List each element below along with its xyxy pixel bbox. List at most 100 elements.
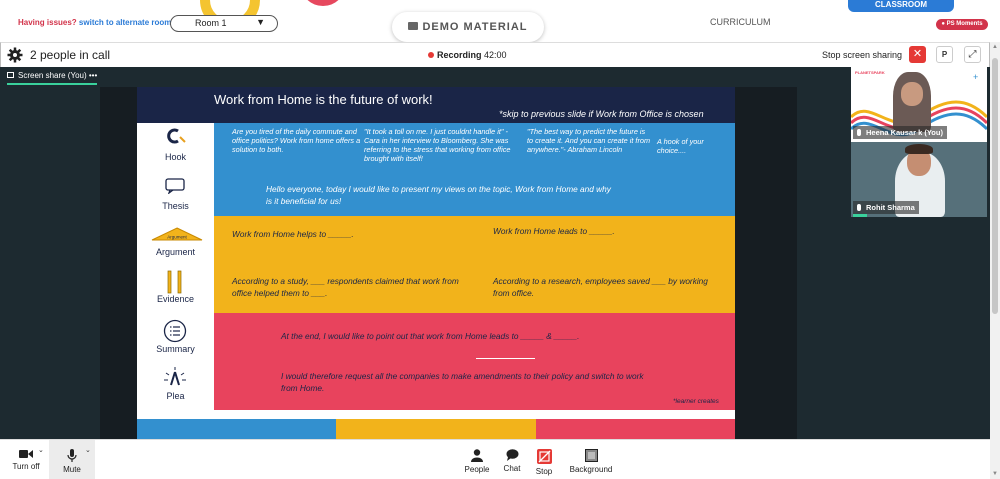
argument-left: Work from Home helps to _____. [232, 229, 354, 239]
slide-title: Work from Home is the future of work! [214, 92, 433, 107]
next-slide-preview [137, 419, 735, 439]
hook-option-3: "The best way to predict the future is t… [527, 127, 651, 154]
people-label: People [464, 465, 490, 474]
people-button[interactable]: People [461, 440, 493, 479]
mute-label: Mute [63, 465, 81, 474]
participant-tile[interactable]: PLANETSPARK + Heena Kausar k (You) [851, 67, 987, 142]
fullscreen-button[interactable]: ⤢ [964, 46, 981, 63]
scroll-down-icon[interactable]: ▼ [992, 471, 998, 477]
page-scrollbar[interactable]: ▲ ▼ [990, 42, 1000, 479]
camera-options-caret[interactable]: ⌄ [38, 446, 44, 454]
label-hook: Hook [164, 152, 186, 162]
presentation-slide: Work from Home is the future of work! *s… [137, 87, 735, 439]
more-options-icon[interactable]: ••• [89, 71, 97, 80]
recording-time: 42:00 [484, 50, 507, 60]
label-plea: Plea [166, 391, 185, 401]
folder-icon [408, 22, 419, 30]
screen-share-stage: Screen share (You) ••• Work from Home is… [0, 67, 990, 439]
classroom-tab[interactable]: CLASSROOM [848, 0, 954, 12]
participant-name-badge: Heena Kausar k (You) [853, 126, 947, 139]
preview-red-block [536, 419, 735, 439]
label-thesis: Thesis [162, 201, 189, 211]
people-in-call-count: 2 people in call [30, 48, 111, 62]
stop-label: Stop [535, 467, 553, 476]
slide-note: *skip to previous slide if Work from Off… [499, 109, 704, 119]
demo-material-button[interactable]: DEMO MATERIAL [392, 12, 544, 42]
ps-moments-label: PS Moments [946, 21, 983, 27]
stop-sharing-toolbar-button[interactable]: Stop [530, 440, 558, 479]
participant-hair [905, 144, 933, 154]
scroll-up-icon[interactable]: ▲ [992, 44, 998, 50]
preview-blue-block [137, 419, 336, 439]
participant-name-badge: Rohit Sharma [853, 201, 919, 214]
summary-blank-line [476, 358, 535, 359]
ps-moments-button[interactable]: ● PS Moments [936, 19, 988, 30]
chat-button[interactable]: Chat [498, 440, 526, 479]
evidence-icon [167, 270, 182, 294]
recording-indicator: Recording 42:00 [428, 50, 507, 60]
label-evidence: Evidence [156, 294, 195, 304]
stop-sharing-button[interactable]: ✕ [909, 46, 926, 63]
hook-option-4: A hook of your choice.... [657, 137, 704, 155]
scrollbar-thumb[interactable] [992, 58, 998, 314]
evidence-right: According to a research, employees saved… [493, 276, 708, 298]
participant-tile[interactable]: Rohit Sharma [851, 142, 987, 217]
recording-label: Recording [437, 50, 482, 60]
mic-icon [857, 204, 861, 211]
hook-option-1: Are you tired of the daily commute and o… [232, 127, 361, 154]
chat-label: Chat [503, 464, 521, 473]
slide-section-labels: Hook Thesis Argument Argument Evidence S… [137, 123, 214, 408]
hook-thesis-section: Are you tired of the daily commute and o… [214, 123, 735, 216]
argument-badge-icon: Argument [151, 227, 203, 241]
slide-header: Work from Home is the future of work! *s… [137, 87, 735, 123]
gear-icon[interactable] [7, 47, 23, 63]
argument-right: Work from Home leads to _____. [493, 226, 615, 236]
hook-icon [167, 128, 186, 144]
screen-share-icon [7, 72, 14, 78]
screen-share-tab[interactable]: Screen share (You) ••• [7, 71, 98, 85]
person-icon [471, 449, 483, 462]
decorative-arc [300, 0, 346, 6]
call-toolbar: Turn off ⌄ Mute ⌄ People Chat Stop Backg… [0, 439, 990, 479]
thesis-text: Hello everyone, today I would like to pr… [266, 184, 611, 206]
plus-icon: + [973, 72, 979, 82]
chat-bubble-icon [506, 449, 518, 461]
mic-options-caret[interactable]: ⌄ [85, 446, 91, 454]
checklist-icon [163, 319, 187, 343]
curriculum-link[interactable]: CURRICULUM [710, 17, 771, 27]
demo-material-label: DEMO MATERIAL [422, 21, 528, 33]
switch-room-link[interactable]: switch to alternate room [79, 18, 171, 27]
room-select-value: Room 1 [195, 18, 227, 28]
argument-badge-text: Argument [167, 235, 187, 240]
label-summary: Summary [156, 344, 195, 354]
summary-text: At the end, I would like to point out th… [281, 331, 580, 341]
call-header: 2 people in call Recording 42:00 Stop sc… [0, 42, 990, 67]
speaking-indicator [853, 214, 867, 217]
argument-evidence-section: Work from Home helps to _____. Work from… [214, 216, 735, 313]
room-select[interactable]: Room 1 ▼ [170, 15, 278, 32]
top-bar: Having issues? switch to alternate room … [0, 0, 1000, 42]
stop-share-icon [536, 449, 552, 464]
participant-name: Rohit Sharma [866, 203, 915, 212]
slide-credit: *learner creates [673, 398, 719, 405]
stop-screen-sharing-label: Stop screen sharing [822, 50, 903, 60]
microphone-icon [67, 449, 77, 462]
mic-icon [857, 129, 861, 136]
recording-dot-icon [428, 52, 434, 58]
megaphone-icon [164, 367, 186, 386]
label-argument: Argument [155, 247, 196, 257]
screen-share-tab-label: Screen share (You) [18, 71, 87, 80]
issues-notice: Having issues? switch to alternate room [18, 18, 171, 27]
issues-question: Having issues? [18, 18, 77, 27]
video-camera-icon [19, 450, 33, 458]
app-root: Having issues? switch to alternate room … [0, 0, 1000, 479]
participant-name: Heena Kausar k (You) [866, 128, 943, 137]
background-icon [584, 449, 598, 462]
camera-icon: ● [941, 21, 945, 27]
presenter-button[interactable]: P [936, 46, 953, 63]
plea-text: I would therefore request all the compan… [281, 371, 644, 393]
background-button[interactable]: Background [565, 440, 617, 479]
planetspark-logo: PLANETSPARK [855, 70, 885, 75]
caret-down-icon: ▼ [256, 17, 265, 27]
turn-off-label: Turn off [12, 462, 40, 471]
